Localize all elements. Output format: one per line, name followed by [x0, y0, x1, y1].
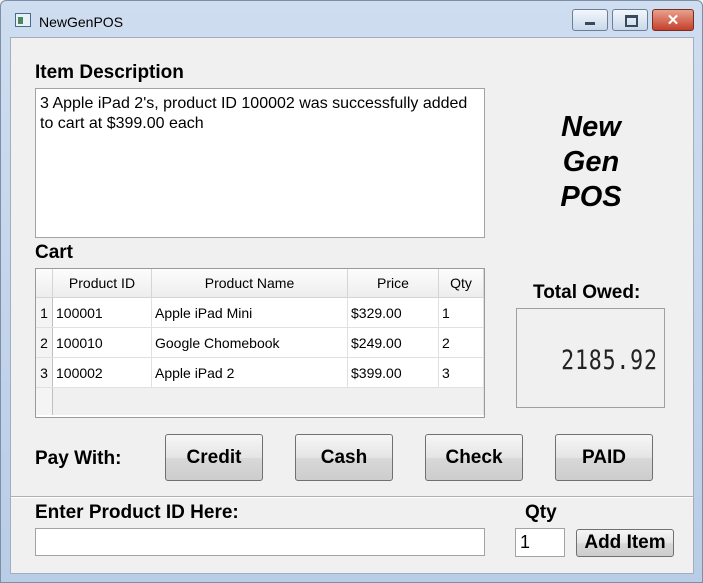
cart-table: Product ID Product Name Price Qty 1 1000… [36, 269, 484, 415]
item-description-box[interactable]: 3 Apple iPad 2's, product ID 100002 was … [35, 88, 485, 238]
cash-button[interactable]: Cash [295, 434, 393, 481]
app-icon [15, 13, 31, 27]
product-id-label: Enter Product ID Here: [35, 502, 239, 523]
table-row[interactable]: 1 100001 Apple iPad Mini $329.00 1 [36, 297, 484, 328]
row-header-corner [36, 269, 53, 298]
check-button[interactable]: Check [425, 434, 523, 481]
pay-with-label: Pay With: [35, 448, 122, 469]
new-row-area[interactable] [52, 387, 484, 415]
app-logo: New Gen POS [531, 110, 651, 215]
cell-product-name[interactable]: Google Chomebook [151, 327, 348, 358]
row-number[interactable]: 1 [36, 297, 53, 328]
cell-qty[interactable]: 1 [438, 297, 484, 328]
logo-line-pos: POS [560, 181, 622, 213]
new-row[interactable] [36, 387, 484, 415]
cell-product-id[interactable]: 100001 [52, 297, 152, 328]
row-number[interactable]: 3 [36, 357, 53, 388]
total-display: 2185.92 [516, 308, 665, 408]
cell-price[interactable]: $399.00 [347, 357, 439, 388]
column-header-qty[interactable]: Qty [438, 269, 484, 298]
credit-button[interactable]: Credit [165, 434, 263, 481]
cart-header-row: Product ID Product Name Price Qty [36, 269, 484, 298]
product-id-input[interactable] [35, 528, 485, 556]
cell-qty[interactable]: 2 [438, 327, 484, 358]
table-row[interactable]: 2 100010 Google Chomebook $249.00 2 [36, 327, 484, 358]
qty-label: Qty [525, 502, 557, 523]
column-header-price[interactable]: Price [347, 269, 439, 298]
logo-line-gen: Gen [562, 146, 620, 178]
logo-line-new: New [561, 111, 621, 143]
row-number[interactable]: 2 [36, 327, 53, 358]
total-owed-label: Total Owed: [533, 282, 641, 303]
table-row[interactable]: 3 100002 Apple iPad 2 $399.00 3 [36, 357, 484, 388]
qty-input[interactable]: 1 [515, 528, 565, 557]
add-item-button[interactable]: Add Item [576, 529, 674, 557]
app-window: NewGenPOS ✕ Item Description 3 Apple iPa… [0, 0, 703, 583]
row-number[interactable] [36, 387, 53, 415]
cell-product-id[interactable]: 100010 [52, 327, 152, 358]
cart-label: Cart [35, 242, 74, 263]
maximize-button[interactable] [612, 9, 648, 31]
cell-product-name[interactable]: Apple iPad 2 [151, 357, 348, 388]
cell-product-name[interactable]: Apple iPad Mini [151, 297, 348, 328]
cell-qty[interactable]: 3 [438, 357, 484, 388]
item-description-label: Item Description [35, 62, 184, 83]
minimize-button[interactable] [572, 9, 608, 31]
column-header-product-id[interactable]: Product ID [52, 269, 152, 298]
column-header-product-name[interactable]: Product Name [151, 269, 348, 298]
close-icon: ✕ [666, 12, 680, 29]
cell-price[interactable]: $329.00 [347, 297, 439, 328]
paid-button[interactable]: PAID [555, 434, 653, 481]
close-button[interactable]: ✕ [652, 9, 694, 31]
cart-grid[interactable]: Product ID Product Name Price Qty 1 1000… [35, 268, 485, 418]
cell-product-id[interactable]: 100002 [52, 357, 152, 388]
client-area: Item Description 3 Apple iPad 2's, produ… [10, 37, 694, 574]
divider [11, 496, 693, 498]
window-title: NewGenPOS [39, 14, 124, 30]
title-bar[interactable]: NewGenPOS ✕ [1, 1, 702, 37]
total-value: 2185.92 [561, 345, 658, 376]
cell-price[interactable]: $249.00 [347, 327, 439, 358]
